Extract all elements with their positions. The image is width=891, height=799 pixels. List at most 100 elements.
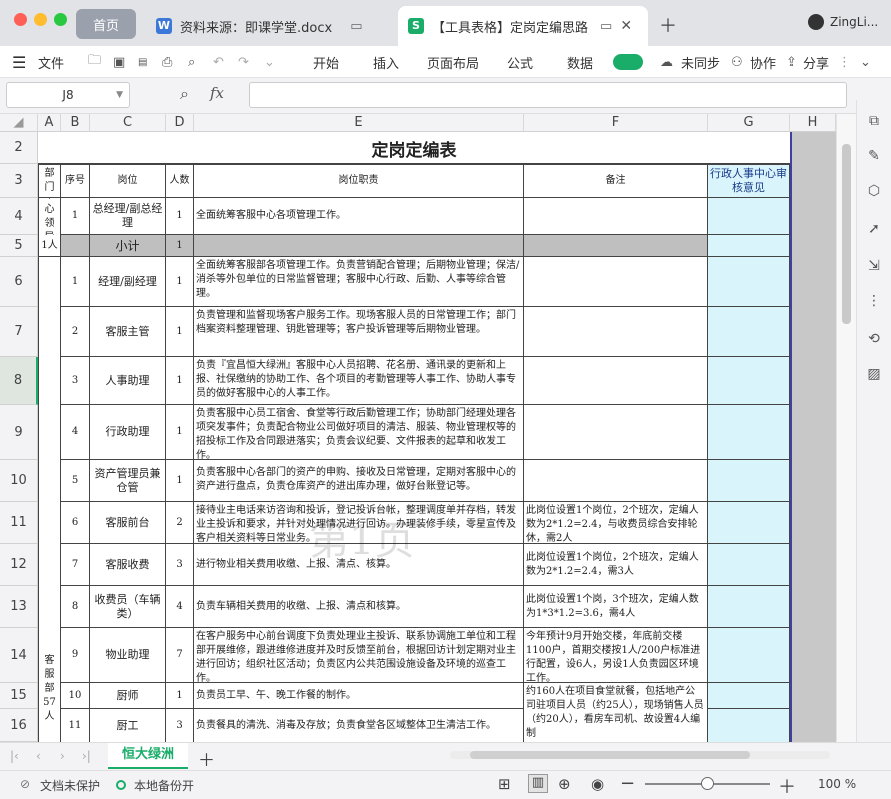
avatar[interactable] bbox=[808, 14, 824, 30]
header-dept[interactable]: 部门 bbox=[38, 164, 61, 198]
more-icon[interactable]: ⋮ bbox=[838, 46, 851, 78]
undo-icon[interactable]: ↶ bbox=[213, 46, 224, 78]
row10-note[interactable] bbox=[524, 460, 708, 502]
col-header-d[interactable]: D bbox=[166, 114, 194, 132]
sheet-tab-active[interactable]: 恒大绿洲 bbox=[108, 743, 188, 769]
row11-count[interactable]: 2 bbox=[166, 502, 194, 544]
preview-icon[interactable]: ⌕ bbox=[188, 46, 195, 78]
print-icon[interactable]: ⎙ bbox=[162, 46, 172, 78]
row4-note[interactable] bbox=[524, 198, 708, 235]
header-hr-review[interactable]: 行政人事中心审核意见 bbox=[708, 164, 790, 198]
row5-note[interactable] bbox=[524, 235, 708, 257]
row6-post[interactable]: 经理/副经理 bbox=[90, 257, 166, 307]
tab-sheet[interactable]: S 【工具表格】定岗定编思路 ▭ ✕ bbox=[398, 6, 648, 46]
row15-no[interactable]: 10 bbox=[61, 683, 90, 709]
row13-count[interactable]: 4 bbox=[166, 586, 194, 628]
resize-icon[interactable]: ⇲ bbox=[863, 255, 885, 277]
row14-hr[interactable] bbox=[708, 628, 790, 683]
col-header-h[interactable]: H bbox=[790, 114, 836, 132]
history-icon[interactable]: ⟲ bbox=[863, 328, 885, 350]
new-tab-icon[interactable]: ＋ bbox=[659, 12, 677, 38]
monitor-icon[interactable]: ▭ bbox=[600, 19, 612, 34]
row11-note[interactable]: 此岗位设置1个岗位，2个班次，定编人数为2*1.2=2.4，与收费员综合安排轮休… bbox=[524, 502, 708, 544]
select-all-corner[interactable]: ◢ bbox=[0, 114, 38, 132]
row13-note[interactable]: 此岗位设置1个岗，3个班次，定编人数为1*3*1.2=3.6，需4人 bbox=[524, 586, 708, 628]
spreadsheet-grid[interactable]: ◢ A B C D E F G H 2 3 4 5 6 7 8 9 10 11 … bbox=[0, 114, 836, 742]
row5-hr[interactable] bbox=[708, 235, 790, 257]
prev-sheet-icon[interactable]: ‹ bbox=[36, 749, 41, 763]
row16-post[interactable]: 厨工 bbox=[90, 709, 166, 742]
row16-hr[interactable] bbox=[708, 709, 790, 742]
hamburger-icon[interactable]: ☰ bbox=[12, 46, 26, 78]
chevron-down-icon[interactable]: ▼ bbox=[116, 83, 123, 107]
row-header-4[interactable]: 4 bbox=[0, 198, 38, 235]
row-header-16[interactable]: 16 bbox=[0, 709, 38, 742]
row7-count[interactable]: 1 bbox=[166, 307, 194, 357]
menu-start[interactable]: 开始 bbox=[313, 46, 339, 78]
eye-icon[interactable]: ◉ bbox=[591, 775, 604, 793]
col-header-e[interactable]: E bbox=[194, 114, 524, 132]
row9-duty[interactable]: 负责客服中心员工宿舍、食堂等行政后勤管理工作；协助部门经理处理各项突发事件；负责… bbox=[194, 405, 524, 460]
menu-insert[interactable]: 插入 bbox=[373, 46, 399, 78]
row15-hr[interactable] bbox=[708, 683, 790, 709]
row-header-11[interactable]: 11 bbox=[0, 502, 38, 544]
menu-file[interactable]: 文件 bbox=[38, 46, 64, 78]
row14-duty[interactable]: 在客户服务中心前台调度下负责处理业主投诉、联系协调施工单位和工程部开展维修，跟进… bbox=[194, 628, 524, 683]
menu-page-layout[interactable]: 页面布局 bbox=[427, 46, 479, 78]
row5-count[interactable]: 1 bbox=[166, 235, 194, 257]
row14-note[interactable]: 今年预计9月开始交楼，年底前交楼1100户，首期交楼按1人/200户标准进行配置… bbox=[524, 628, 708, 683]
backup-status[interactable]: 本地备份开 bbox=[134, 777, 194, 794]
row4-count[interactable]: 1 bbox=[166, 198, 194, 235]
name-box[interactable]: J8 ▼ bbox=[6, 82, 130, 108]
sync-status[interactable]: 未同步 bbox=[681, 46, 720, 78]
close-tab-icon[interactable]: ✕ bbox=[620, 18, 632, 34]
page-break-view-icon[interactable]: ⊕ bbox=[558, 775, 571, 793]
table-title[interactable]: 定岗定编表 bbox=[38, 132, 790, 164]
collab-button[interactable]: 协作 bbox=[750, 46, 776, 78]
header-no[interactable]: 序号 bbox=[61, 164, 90, 198]
row7-note[interactable] bbox=[524, 307, 708, 357]
row-header-14[interactable]: 14 bbox=[0, 628, 38, 683]
vertical-scroll-thumb[interactable] bbox=[842, 144, 851, 324]
image-icon[interactable]: ▨ bbox=[863, 363, 885, 385]
row13-hr[interactable] bbox=[708, 586, 790, 628]
header-note[interactable]: 备注 bbox=[524, 164, 708, 198]
tab-home[interactable]: 首页 bbox=[76, 9, 136, 39]
row9-note[interactable] bbox=[524, 405, 708, 460]
user-name[interactable]: ZingLi... bbox=[830, 15, 878, 29]
pdf-icon[interactable]: ▤ bbox=[138, 46, 147, 78]
row6-note[interactable] bbox=[524, 257, 708, 307]
row15-note[interactable]: 约160人在项目食堂就餐，包括地产公司驻项目人员（约25人），现场销售人员（约2… bbox=[524, 683, 708, 742]
row16-duty[interactable]: 负责餐具的清洗、消毒及存放；负责食堂各区域整体卫生清洁工作。 bbox=[194, 709, 524, 742]
row9-no[interactable]: 4 bbox=[61, 405, 90, 460]
row13-post[interactable]: 收费员（车辆类） bbox=[90, 586, 166, 628]
row6-duty[interactable]: 全面统筹客服部各项管理工作。负责营销配合管理；后期物业管理；保洁/消杀等外包单位… bbox=[194, 257, 524, 307]
zoom-search-icon[interactable]: ⌕ bbox=[180, 84, 189, 104]
row8-hr[interactable] bbox=[708, 357, 790, 405]
next-sheet-icon[interactable]: › bbox=[60, 749, 65, 763]
pen-icon[interactable]: ✎ bbox=[863, 145, 885, 167]
zoom-out-icon[interactable]: − bbox=[620, 773, 635, 794]
row13-duty[interactable]: 负责车辆相关费用的收缴、上报、清点和核算。 bbox=[194, 586, 524, 628]
format-icon[interactable]: ⋮ bbox=[863, 290, 885, 312]
tab-doc[interactable]: W 资料来源：即课学堂.docx ▭ bbox=[146, 6, 382, 46]
col-header-g[interactable]: G bbox=[708, 114, 790, 132]
save-icon[interactable]: ▣ bbox=[113, 46, 125, 78]
row7-duty[interactable]: 负责管理和监督现场客户服务工作。现场客服人员的日常管理工作；部门档案资料整理管理… bbox=[194, 307, 524, 357]
minimize-window-button[interactable] bbox=[34, 13, 47, 26]
row-header-8[interactable]: 8 bbox=[0, 357, 38, 405]
row11-hr[interactable] bbox=[708, 502, 790, 544]
row10-hr[interactable] bbox=[708, 460, 790, 502]
row11-no[interactable]: 6 bbox=[61, 502, 90, 544]
col-header-b[interactable]: B bbox=[61, 114, 90, 132]
row12-hr[interactable] bbox=[708, 544, 790, 586]
fx-icon[interactable]: fx bbox=[210, 84, 224, 102]
row13-no[interactable]: 8 bbox=[61, 586, 90, 628]
zoom-slider-thumb[interactable] bbox=[701, 777, 714, 790]
col-header-a[interactable]: A bbox=[38, 114, 61, 132]
share-button[interactable]: 分享 bbox=[803, 46, 829, 78]
row14-count[interactable]: 7 bbox=[166, 628, 194, 683]
menu-data[interactable]: 数据 bbox=[567, 46, 593, 78]
dept-lead[interactable]: 中心领导 bbox=[38, 198, 61, 235]
horizontal-scrollbar[interactable] bbox=[450, 751, 830, 759]
